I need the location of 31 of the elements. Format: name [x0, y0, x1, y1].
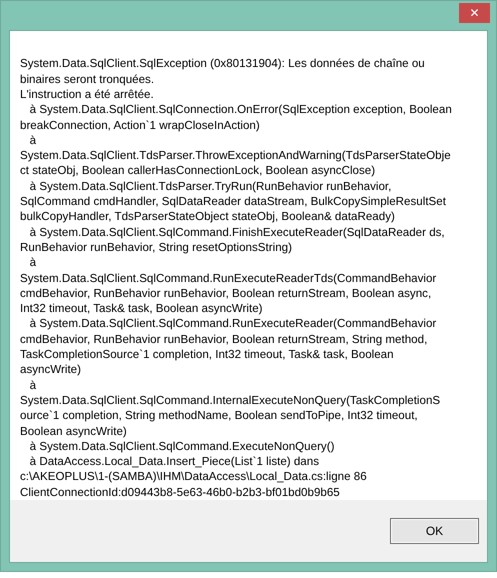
message-line: à DataAccess.Local_Data.Insert_Piece(List`1 liste) dans — [28, 454, 320, 470]
message-line: asyncWrite) — [20, 362, 81, 378]
message-line: à System.Data.SqlClient.SqlCommand.FinishExecuteReader(SqlDataReader ds, — [28, 224, 445, 240]
message-line: cmdBehavior, RunBehavior runBehavior, Boolean returnStream, String method, — [20, 332, 428, 348]
message-line: ClientConnectionId:d09443b8-5e63-46b0-b2b3-bf01bd0b9b65 — [20, 484, 340, 500]
ok-button[interactable]: OK — [390, 518, 479, 544]
message-line: RunBehavior runBehavior, String resetOptionsString) — [20, 240, 292, 256]
message-line: System.Data.SqlClient.SqlCommand.InternalExecuteNonQuery(TaskCompletionS — [20, 392, 440, 408]
message-line: L'instruction a été arrêtée. — [20, 86, 154, 102]
message-line: à System.Data.SqlClient.SqlConnection.OnError(SqlException exception, Boolean — [28, 102, 452, 118]
close-button[interactable]: ✕ — [459, 3, 490, 23]
message-line: à System.Data.SqlClient.SqlCommand.ExecuteNonQuery() — [28, 438, 334, 454]
message-line: bulkCopyHandler, TdsParserStateObject stateObj, Boolean& dataReady) — [20, 209, 395, 225]
message-line: à — [28, 132, 36, 148]
message-line: à System.Data.SqlClient.SqlCommand.RunExecuteReader(CommandBehavior — [28, 316, 436, 332]
message-line: ct stateObj, Boolean callerHasConnectionLock, Boolean asyncClose) — [20, 163, 376, 179]
message-line: binaires seront tronquées. — [20, 72, 154, 87]
message-line: à System.Data.SqlClient.TdsParser.TryRun(RunBehavior runBehavior, — [28, 178, 392, 194]
message-line: SqlCommand cmdHandler, SqlDataReader dataStream, BulkCopySimpleResultSet — [20, 194, 446, 210]
message-line: ource`1 completion, String methodName, Boolean sendToPipe, Int32 timeout, — [20, 408, 418, 424]
message-line: cmdBehavior, RunBehavior runBehavior, Boolean returnStream, Boolean async, — [20, 286, 432, 302]
message-line: Int32 timeout, Task& task, Boolean asyncWrite) — [20, 301, 263, 316]
message-line: à — [28, 255, 36, 271]
message-line: à — [28, 378, 36, 393]
message-line: System.Data.SqlClient.SqlCommand.RunExecuteReaderTds(CommandBehavior — [20, 270, 436, 286]
message-line: c:\AKEOPLUS\1-(SAMBA)\IHM\DataAccess\Local_Data.cs:ligne 86 — [20, 469, 367, 485]
message-line: TaskCompletionSource`1 completion, Int32 timeout, Task& task, Boolean — [20, 347, 394, 362]
message-line: breakConnection, Action`1 wrapCloseInAction) — [20, 118, 260, 133]
message-line: Boolean asyncWrite) — [20, 424, 127, 439]
message-line: System.Data.SqlClient.SqlException (0x80131904): Les données de chaîne ou — [20, 56, 425, 72]
message-line: System.Data.SqlClient.TdsParser.ThrowExceptionAndWarning(TdsParserStateObje — [20, 148, 451, 164]
